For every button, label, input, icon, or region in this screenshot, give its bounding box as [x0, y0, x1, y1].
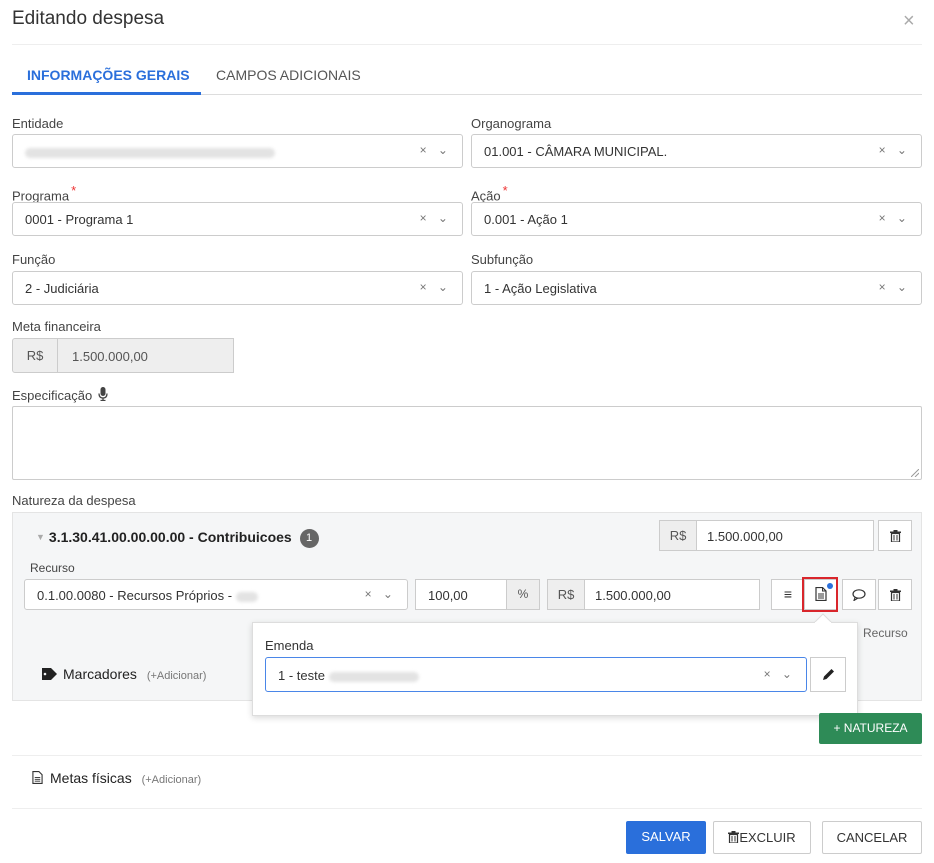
programa-value: 0001 - Programa 1 — [25, 212, 134, 227]
percent-input[interactable]: 100,00 — [415, 579, 507, 610]
popover-arrow — [814, 613, 832, 623]
delete-recurso-button[interactable] — [878, 579, 912, 610]
cancel-button[interactable]: CANCELAR — [822, 821, 922, 854]
currency-addon: R$ — [659, 520, 697, 551]
select-controls-icon[interactable]: × ⌄ — [420, 211, 452, 225]
natureza-label: Natureza da despesa — [12, 493, 136, 508]
comment-button[interactable] — [842, 579, 876, 610]
recurso-amount-input[interactable]: 1.500.000,00 — [584, 579, 760, 610]
meta-financeira-input: 1.500.000,00 — [57, 338, 234, 373]
emenda-value: 1 - teste — [278, 668, 419, 683]
delete-natureza-button[interactable] — [878, 520, 912, 551]
dialog-title: Editando despesa — [12, 8, 165, 29]
divider — [12, 808, 922, 809]
percent-addon: % — [506, 579, 540, 610]
divider — [12, 755, 922, 756]
natureza-header[interactable]: ▼ 3.1.30.41.00.00.00.00 - Contribuicoes 1 — [36, 529, 319, 548]
required-mark: * — [502, 183, 508, 198]
entidade-label: Entidade — [12, 116, 64, 131]
subfuncao-label: Subfunção — [471, 252, 534, 267]
recurso-select[interactable]: 0.1.00.0080 - Recursos Próprios - × ⌄ — [24, 579, 408, 610]
required-mark: * — [71, 183, 77, 198]
tag-icon — [42, 668, 57, 680]
select-controls-icon[interactable]: × ⌄ — [879, 143, 911, 157]
select-controls-icon[interactable]: × ⌄ — [879, 211, 911, 225]
especificacao-label: Especificação — [12, 387, 108, 403]
highlight-box — [802, 577, 838, 612]
organograma-label: Organograma — [471, 116, 552, 131]
document-icon — [32, 770, 43, 785]
funcao-value: 2 - Judiciária — [25, 281, 99, 296]
meta-financeira-value: 1.500.000,00 — [72, 349, 148, 364]
subfuncao-value: 1 - Ação Legislativa — [484, 281, 597, 296]
resize-handle-icon[interactable] — [911, 469, 919, 477]
count-badge: 1 — [299, 529, 319, 548]
emenda-label: Emenda — [265, 638, 314, 653]
metas-fisicas-add-link[interactable]: (+Adicionar) — [142, 774, 202, 786]
select-controls-icon[interactable]: × ⌄ — [420, 280, 452, 294]
recurso-amount: 1.500.000,00 — [595, 588, 671, 603]
funcao-label: Função — [12, 252, 56, 267]
natureza-value-input[interactable]: 1.500.000,00 — [696, 520, 874, 551]
programa-label: Programa * — [12, 183, 77, 204]
delete-label: EXCLUIR — [739, 830, 796, 845]
acao-label: Ação * — [471, 183, 508, 204]
recurso-value: 0.1.00.0080 - Recursos Próprios - — [37, 588, 258, 603]
menu-button[interactable]: ≡ — [771, 579, 805, 610]
organograma-select[interactable]: 01.001 - CÂMARA MUNICIPAL. × ⌄ — [471, 134, 922, 168]
recurso-link[interactable]: Recurso — [863, 626, 908, 640]
natureza-value: 1.500.000,00 — [707, 529, 783, 544]
close-icon[interactable]: × — [903, 10, 915, 33]
acao-value: 0.001 - Ação 1 — [484, 212, 568, 227]
save-button[interactable]: SALVAR — [626, 821, 706, 854]
marcadores-add-link[interactable]: (+Adicionar) — [147, 670, 207, 682]
caret-down-icon[interactable]: ▼ — [36, 532, 45, 542]
menu-icon: ≡ — [783, 586, 793, 602]
trash-icon — [889, 589, 901, 602]
entidade-value — [25, 144, 275, 159]
metas-fisicas-row: Metas físicas (+Adicionar) — [32, 770, 201, 786]
percent-value: 100,00 — [428, 588, 468, 603]
organograma-value: 01.001 - CÂMARA MUNICIPAL. — [484, 144, 668, 159]
tab-informacoes-gerais[interactable]: INFORMAÇÕES GERAIS — [27, 67, 190, 83]
entidade-select[interactable]: × ⌄ — [12, 134, 463, 168]
subfuncao-select[interactable]: 1 - Ação Legislativa × ⌄ — [471, 271, 922, 305]
marcadores-label: Marcadores — [63, 666, 137, 682]
select-controls-icon[interactable]: × ⌄ — [764, 667, 796, 681]
meta-financeira-label: Meta financeira — [12, 319, 101, 334]
currency-addon: R$ — [547, 579, 585, 610]
currency-addon: R$ — [12, 338, 58, 373]
select-controls-icon[interactable]: × ⌄ — [879, 280, 911, 294]
active-tab-indicator — [12, 92, 201, 95]
trash-icon — [889, 530, 901, 543]
add-natureza-button[interactable]: + NATUREZA — [819, 713, 922, 744]
metas-fisicas-label: Metas físicas — [50, 770, 132, 786]
divider — [12, 44, 922, 45]
delete-button[interactable]: EXCLUIR — [713, 821, 811, 854]
natureza-code: 3.1.30.41.00.00.00.00 - Contribuicoes — [48, 529, 292, 545]
trash-icon — [728, 831, 740, 844]
funcao-select[interactable]: 2 - Judiciária × ⌄ — [12, 271, 463, 305]
programa-select[interactable]: 0001 - Programa 1 × ⌄ — [12, 202, 463, 236]
recurso-label: Recurso — [30, 561, 75, 575]
acao-select[interactable]: 0.001 - Ação 1 × ⌄ — [471, 202, 922, 236]
emenda-select[interactable]: 1 - teste × ⌄ — [265, 657, 807, 692]
microphone-icon[interactable] — [98, 387, 108, 402]
pencil-icon — [822, 669, 834, 680]
select-controls-icon[interactable]: × ⌄ — [420, 143, 452, 157]
edit-emenda-button[interactable] — [810, 657, 846, 692]
comment-icon — [852, 589, 866, 602]
especificacao-textarea[interactable] — [12, 406, 922, 480]
select-controls-icon[interactable]: × ⌄ — [365, 587, 397, 601]
tab-campos-adicionais[interactable]: CAMPOS ADICIONAIS — [216, 67, 361, 83]
marcadores-row: Marcadores (+Adicionar) — [42, 666, 206, 682]
